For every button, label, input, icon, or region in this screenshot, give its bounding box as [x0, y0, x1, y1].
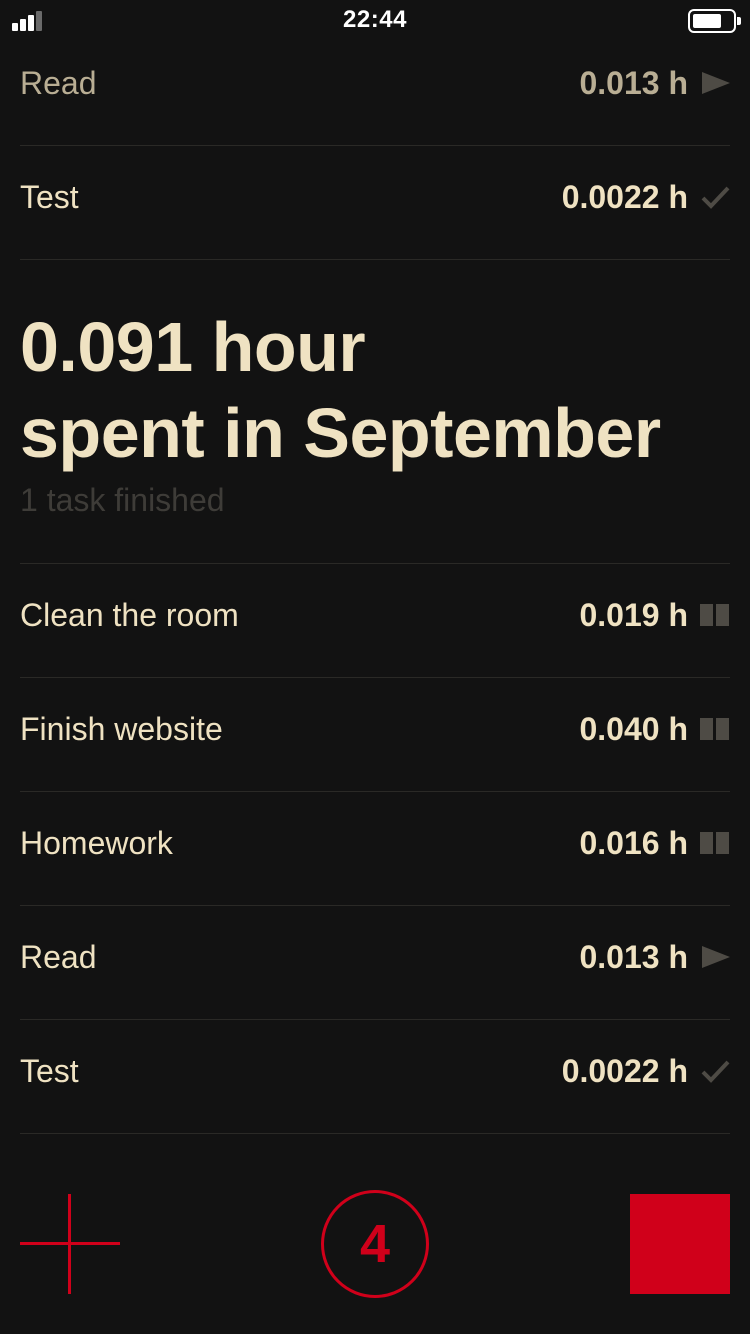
task-hours: 0.0022 h [561, 1052, 688, 1089]
pause-icon[interactable] [700, 828, 730, 858]
task-hours: 0.019 h [579, 596, 688, 633]
summary-period: spent in September [20, 394, 661, 472]
task-row-test[interactable]: Test 0.0022 h [20, 1014, 730, 1128]
task-row-test-top[interactable]: Test 0.0022 h [20, 140, 730, 254]
task-hours: 0.013 h [579, 64, 688, 101]
divider [20, 259, 730, 260]
divider [20, 1133, 730, 1134]
task-hours: 0.013 h [579, 938, 688, 975]
task-row-homework[interactable]: Homework 0.016 h [20, 786, 730, 900]
play-icon[interactable] [700, 942, 730, 972]
summary-title: 0.091 hour spent in September [20, 304, 740, 476]
summary-subtitle: 1 task finished [20, 482, 225, 518]
add-task-button[interactable] [20, 1194, 120, 1294]
task-name: Read [20, 938, 97, 975]
task-row-clean-the-room[interactable]: Clean the room 0.019 h [20, 558, 730, 672]
checkmark-icon [700, 1056, 730, 1086]
task-name: Test [20, 178, 79, 215]
task-name: Read [20, 64, 97, 101]
pause-icon[interactable] [700, 600, 730, 630]
task-hours: 0.040 h [579, 710, 688, 747]
summary-hours: 0.091 hour [20, 308, 366, 386]
pause-icon[interactable] [700, 714, 730, 744]
stop-button[interactable] [630, 1194, 730, 1294]
task-row-read[interactable]: Read 0.013 h [20, 900, 730, 1014]
active-count-badge[interactable]: 4 [321, 1190, 429, 1298]
task-row-read-top[interactable]: Read 0.013 h [20, 26, 730, 140]
task-name: Clean the room [20, 596, 239, 633]
checkmark-icon [700, 182, 730, 212]
play-icon[interactable] [700, 68, 730, 98]
task-name: Test [20, 1052, 79, 1089]
task-name: Homework [20, 824, 173, 861]
task-hours: 0.016 h [579, 824, 688, 861]
task-name: Finish website [20, 710, 223, 747]
task-row-finish-website[interactable]: Finish website 0.040 h [20, 672, 730, 786]
task-hours: 0.0022 h [561, 178, 688, 215]
